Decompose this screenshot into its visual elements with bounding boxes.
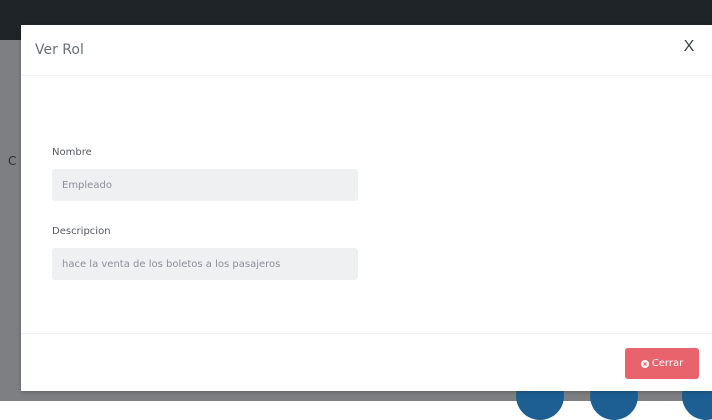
cerrar-button-label: Cerrar [651, 358, 684, 369]
close-icon[interactable]: X [680, 38, 698, 56]
modal-footer: Cerrar [21, 333, 712, 392]
nombre-label: Nombre [52, 147, 92, 158]
view-role-modal: Ver Rol X Nombre Descripcion Cerrar [21, 25, 712, 391]
descripcion-label: Descripcion [52, 226, 111, 237]
x-circle-icon [640, 359, 649, 368]
nombre-field[interactable] [52, 169, 358, 201]
descripcion-field[interactable] [52, 248, 358, 280]
modal-header: Ver Rol X [21, 25, 712, 76]
modal-title: Ver Rol [35, 42, 84, 58]
background-text: C [8, 154, 17, 168]
cerrar-button[interactable]: Cerrar [625, 348, 699, 379]
